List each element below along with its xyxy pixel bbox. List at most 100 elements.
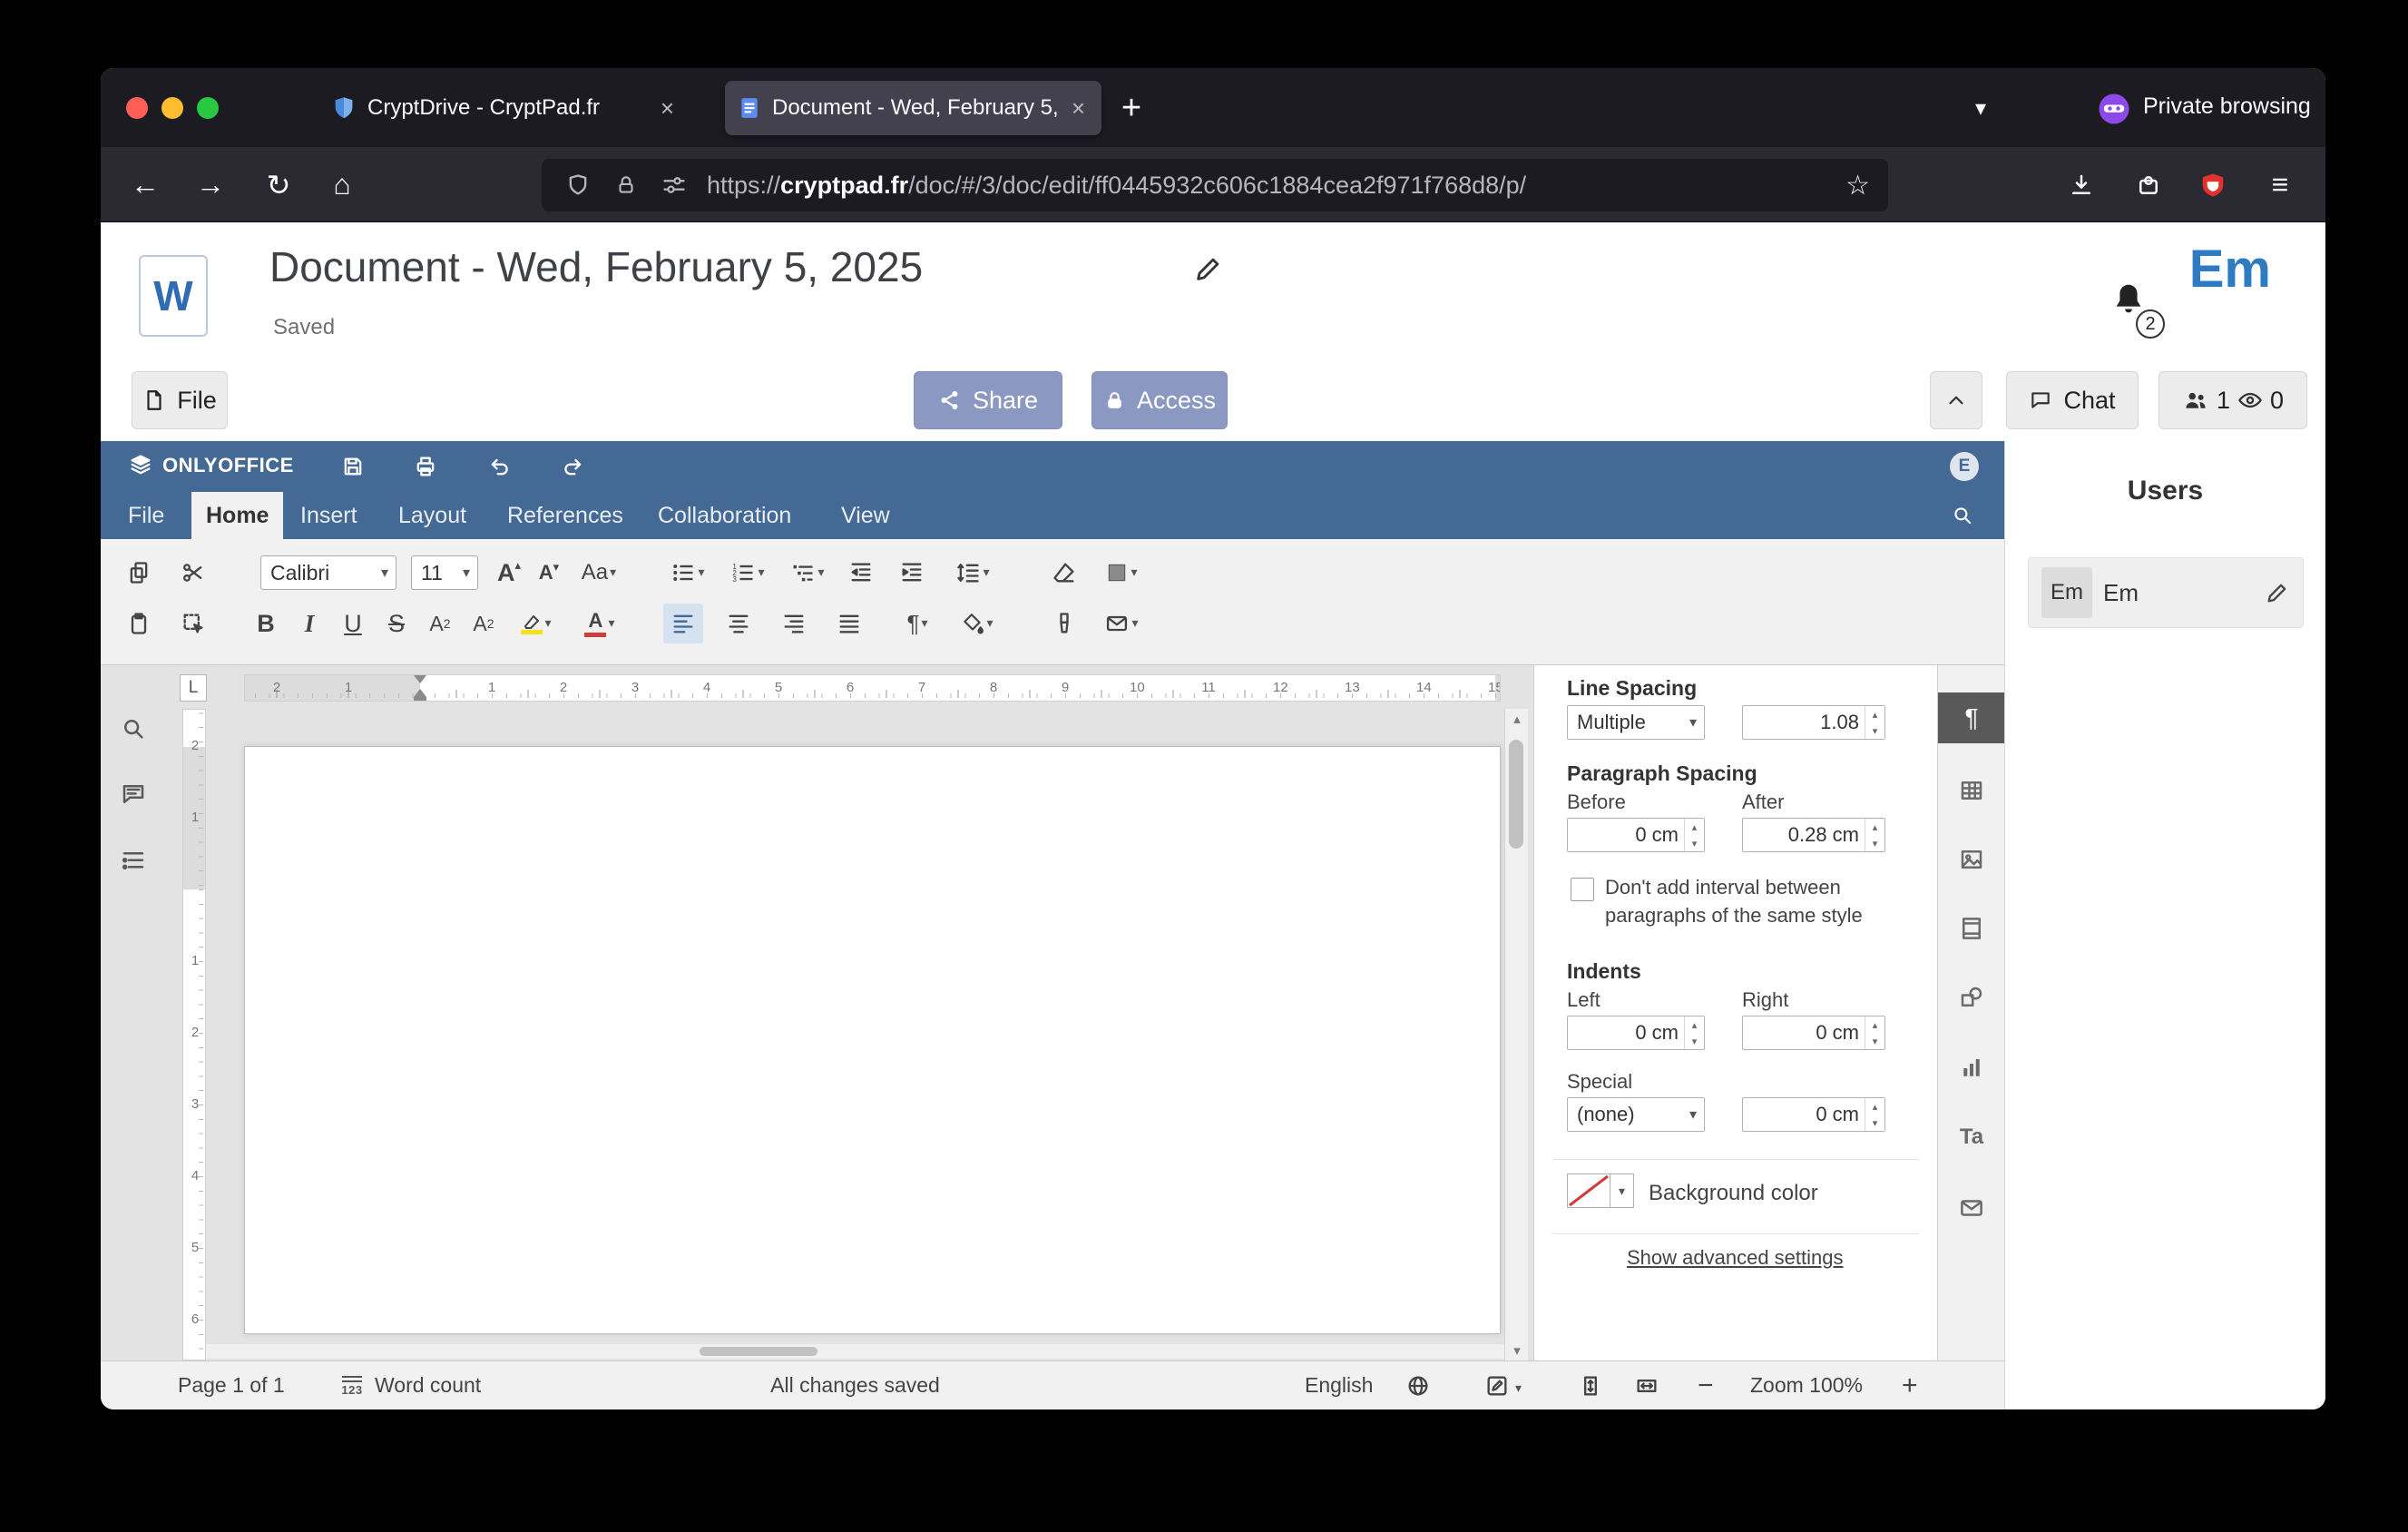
headerfooter-settings-tab[interactable] xyxy=(1938,903,2005,954)
bookmark-star-icon[interactable]: ☆ xyxy=(1845,170,1870,201)
vertical-scrollbar[interactable]: ▴ ▾ xyxy=(1504,709,1528,1360)
share-button[interactable]: Share xyxy=(914,371,1062,429)
italic-button[interactable]: I xyxy=(289,604,329,643)
document-page[interactable] xyxy=(244,746,1501,1334)
spacing-before-spinner[interactable]: 0 cm▴▾ xyxy=(1567,818,1705,852)
show-advanced-settings-link[interactable]: Show advanced settings xyxy=(1627,1246,1844,1270)
hamburger-menu-button[interactable]: ≡ xyxy=(2255,147,2305,222)
first-line-indent-marker[interactable] xyxy=(414,675,426,683)
paste-button[interactable] xyxy=(119,604,159,643)
strikethrough-button[interactable]: S xyxy=(377,604,416,643)
spellcheck-globe-button[interactable] xyxy=(1405,1361,1431,1409)
mailmerge-settings-tab[interactable] xyxy=(1938,1183,2005,1233)
background-color-dropdown[interactable]: ▾ xyxy=(1610,1174,1634,1208)
hanging-indent-marker[interactable] xyxy=(414,689,426,697)
url-bar[interactable]: https://cryptpad.fr/doc/#/3/doc/edit/ff0… xyxy=(542,159,1888,211)
fit-page-button[interactable] xyxy=(1578,1361,1603,1409)
menu-collaboration[interactable]: Collaboration xyxy=(643,492,806,539)
multilevel-list-button[interactable] xyxy=(781,553,834,593)
paragraph-settings-tab[interactable]: ¶ xyxy=(1938,692,2005,743)
print-button[interactable] xyxy=(406,448,445,485)
redo-button[interactable] xyxy=(553,448,592,485)
bold-button[interactable]: B xyxy=(246,604,286,643)
scroll-down-arrow[interactable]: ▾ xyxy=(1505,1342,1529,1359)
increase-font-button[interactable]: A▴ xyxy=(489,553,529,593)
list-tabs-chevron-icon[interactable]: ▾ xyxy=(1955,81,2006,135)
chart-settings-tab[interactable] xyxy=(1938,1043,2005,1094)
copy-style-button[interactable] xyxy=(1044,604,1084,643)
change-case-button[interactable]: Aa xyxy=(573,553,625,593)
align-center-button[interactable] xyxy=(719,604,759,643)
new-tab-button[interactable]: + xyxy=(1106,81,1157,135)
underline-button[interactable]: U xyxy=(333,604,373,643)
menu-view[interactable]: View xyxy=(827,492,905,539)
tab-close-icon[interactable]: × xyxy=(657,94,678,123)
mail-merge-button[interactable] xyxy=(1095,604,1148,643)
tab-stop-selector[interactable]: L xyxy=(180,674,207,702)
decrease-indent-button[interactable] xyxy=(841,553,881,593)
horizontal-scrollbar[interactable] xyxy=(206,1344,1504,1359)
lock-icon[interactable] xyxy=(614,173,638,197)
shape-settings-tab[interactable] xyxy=(1938,972,2005,1023)
comments-sidebar-button[interactable] xyxy=(113,774,153,814)
collapse-toolbar-button[interactable] xyxy=(1930,371,1982,429)
zoom-in-button[interactable]: + xyxy=(1902,1361,1918,1409)
menu-references[interactable]: References xyxy=(493,492,638,539)
downloads-button[interactable] xyxy=(2056,147,2107,222)
font-color-button[interactable]: A xyxy=(574,604,625,643)
align-left-button[interactable] xyxy=(663,604,703,643)
image-settings-tab[interactable] xyxy=(1938,834,2005,885)
indent-left-spinner[interactable]: 0 cm▴▾ xyxy=(1567,1016,1705,1050)
zoom-out-button[interactable]: − xyxy=(1698,1361,1714,1409)
justify-button[interactable] xyxy=(829,604,869,643)
line-spacing-button[interactable] xyxy=(946,553,999,593)
menu-layout[interactable]: Layout xyxy=(384,492,481,539)
textart-settings-tab[interactable]: Ta xyxy=(1938,1112,2005,1163)
line-spacing-amount-spinner[interactable]: 1.08▴▾ xyxy=(1742,705,1885,740)
align-right-button[interactable] xyxy=(774,604,814,643)
participants-button[interactable]: 1 0 xyxy=(2158,371,2307,429)
indent-right-spinner[interactable]: 0 cm▴▾ xyxy=(1742,1016,1885,1050)
fit-width-button[interactable] xyxy=(1634,1361,1659,1409)
menu-insert[interactable]: Insert xyxy=(286,492,372,539)
access-button[interactable]: Access xyxy=(1091,371,1228,429)
decrease-font-button[interactable]: A▾ xyxy=(529,553,569,593)
superscript-button[interactable]: A2 xyxy=(420,604,460,643)
rename-pencil-icon[interactable] xyxy=(1193,253,1224,284)
horizontal-ruler[interactable]: 21123456789101112131415 xyxy=(244,674,1501,702)
background-color-swatch[interactable] xyxy=(1567,1174,1610,1208)
menu-home[interactable]: Home xyxy=(191,492,283,539)
ublock-shield-button[interactable] xyxy=(2188,147,2238,222)
home-button[interactable]: ⌂ xyxy=(317,147,367,222)
window-close-button[interactable] xyxy=(126,97,148,119)
table-settings-tab[interactable] xyxy=(1938,765,2005,816)
zoom-level[interactable]: Zoom 100% xyxy=(1750,1361,1863,1409)
increase-indent-button[interactable] xyxy=(892,553,932,593)
font-name-select[interactable]: Calibri xyxy=(260,555,396,590)
tab-document[interactable]: Document - Wed, February 5, 2 × xyxy=(725,81,1101,135)
reload-button[interactable]: ↻ xyxy=(253,147,304,222)
tab-cryptdrive[interactable]: CryptDrive - CryptPad.fr × xyxy=(318,81,690,135)
paragraph-color-button[interactable] xyxy=(1095,553,1148,593)
extensions-puzzle-button[interactable] xyxy=(2123,147,2174,222)
back-button[interactable]: ← xyxy=(120,147,171,222)
editor-user-avatar[interactable]: E xyxy=(1950,452,1979,481)
file-button[interactable]: File xyxy=(132,371,228,429)
chat-button[interactable]: Chat xyxy=(2006,371,2139,429)
user-list-item[interactable]: Em Em xyxy=(2028,557,2304,628)
edit-name-pencil-icon[interactable] xyxy=(2265,580,2290,605)
no-interval-checkbox[interactable] xyxy=(1571,878,1594,901)
menu-file[interactable]: File xyxy=(113,492,179,539)
tab-close-icon[interactable]: × xyxy=(1068,94,1089,123)
font-size-select[interactable]: 11 xyxy=(411,555,478,590)
cut-button[interactable] xyxy=(173,553,213,593)
account-avatar[interactable]: Em xyxy=(2189,239,2271,300)
window-zoom-button[interactable] xyxy=(197,97,219,119)
track-changes-button[interactable] xyxy=(1484,1361,1522,1409)
select-all-button[interactable] xyxy=(173,604,213,643)
left-indent-marker[interactable] xyxy=(414,697,426,702)
vertical-scroll-thumb[interactable] xyxy=(1509,740,1523,849)
spacing-after-spinner[interactable]: 0.28 cm▴▾ xyxy=(1742,818,1885,852)
find-sidebar-button[interactable] xyxy=(113,709,153,749)
vertical-ruler[interactable]: 21123456 xyxy=(182,709,206,1360)
